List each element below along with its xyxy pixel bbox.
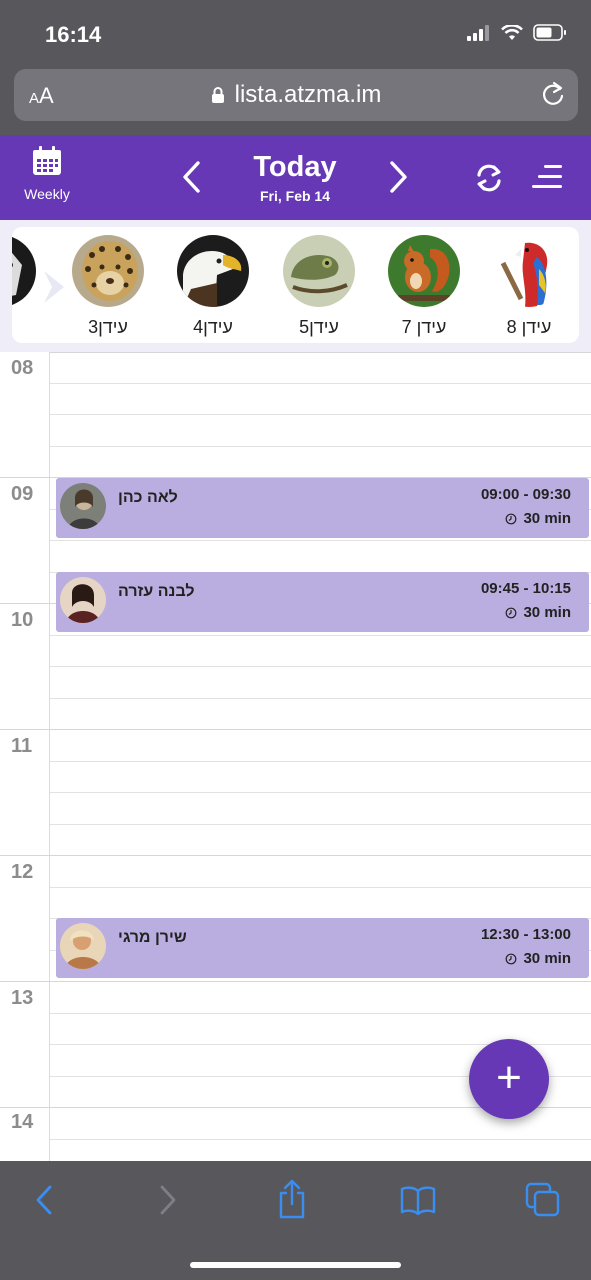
appointment-duration: 30 min <box>505 604 571 621</box>
grid-line <box>50 1139 591 1140</box>
lock-icon <box>211 87 224 103</box>
refresh-icon[interactable] <box>472 161 506 195</box>
person-name: עידן3 <box>88 317 128 337</box>
url-text: lista.atzma.im <box>234 81 382 108</box>
person-item[interactable]: עידן 8 <box>484 235 574 338</box>
share-icon[interactable] <box>277 1179 307 1219</box>
ios-status-and-url-bar: 16:14 AA lista.atzma.im <box>0 0 591 135</box>
person-item[interactable]: עידן4 <box>168 235 258 338</box>
grid-line <box>50 383 591 384</box>
person-name: עידן5 <box>299 317 339 337</box>
chameleon-avatar <box>283 235 355 307</box>
status-icons <box>467 24 567 41</box>
person-name: ע <box>12 317 45 338</box>
address-bar[interactable]: AA lista.atzma.im <box>14 69 578 121</box>
current-date: Fri, Feb 14 <box>259 188 331 204</box>
grid-line <box>50 761 591 762</box>
clock-icon <box>506 513 517 524</box>
grid-line <box>50 698 591 699</box>
hour-label: 09 <box>11 483 34 505</box>
status-time: 16:14 <box>45 22 102 47</box>
appointment-time: 09:00 - 09:30 <box>480 486 571 503</box>
page-title: Today <box>253 151 337 183</box>
reload-icon[interactable] <box>540 80 566 108</box>
grid-line <box>50 1013 591 1014</box>
duration-text: 30 min <box>523 510 571 527</box>
grid-line <box>50 352 591 353</box>
hour-label: 11 <box>11 735 33 757</box>
wifi-icon <box>501 24 523 40</box>
people-strip[interactable]: ע עידן3 <box>12 227 579 343</box>
client-name: שירן מרגי <box>118 929 187 946</box>
previous-day-icon[interactable] <box>180 160 202 194</box>
squirrel-avatar <box>388 235 460 307</box>
person-item[interactable]: ע <box>12 235 45 338</box>
client-avatar <box>60 483 106 529</box>
person-item[interactable]: עידן 7 <box>379 235 469 338</box>
grid-line <box>50 540 591 541</box>
weekly-view-button[interactable]: Weekly <box>22 145 72 202</box>
add-appointment-button[interactable]: + <box>469 1039 549 1119</box>
date-block[interactable]: Today Fri, Feb 14 <box>215 151 375 204</box>
plus-icon: + <box>496 1053 522 1102</box>
clock-icon <box>506 953 517 964</box>
grid-line <box>50 635 591 636</box>
grid-line <box>0 855 591 856</box>
eagle-avatar <box>177 235 249 307</box>
parrot-avatar <box>493 235 565 307</box>
appointment-time: 12:30 - 13:00 <box>480 926 571 943</box>
appointment-block[interactable]: לאה כהן 09:00 - 09:30 30 min <box>56 478 589 538</box>
clock-icon <box>506 607 517 618</box>
back-icon[interactable] <box>34 1183 54 1217</box>
tabs-icon[interactable] <box>525 1182 561 1218</box>
appointment-time: 09:45 - 10:15 <box>480 580 571 597</box>
grid-line <box>50 414 591 415</box>
calendar-icon <box>33 146 61 175</box>
person-item[interactable]: עידן5 <box>274 235 364 338</box>
hour-label: 10 <box>11 609 34 631</box>
client-avatar <box>60 577 106 623</box>
client-avatar <box>60 923 106 969</box>
home-indicator <box>190 1262 401 1268</box>
grid-line <box>0 729 591 730</box>
wolf-avatar <box>12 235 36 307</box>
person-name: עידן 7 <box>401 317 447 337</box>
url-display[interactable]: lista.atzma.im <box>14 81 578 109</box>
client-name: לבנה עזרה <box>118 583 195 600</box>
app-header: Weekly Today Fri, Feb 14 <box>0 135 591 220</box>
appointment-duration: 30 min <box>505 950 571 967</box>
grid-line <box>0 981 591 982</box>
person-item[interactable]: עידן3 <box>63 235 153 338</box>
person-name: עידן4 <box>193 317 233 337</box>
bookmarks-icon[interactable] <box>400 1185 436 1215</box>
hour-label: 14 <box>11 1111 34 1133</box>
grid-line <box>50 824 591 825</box>
appointment-duration: 30 min <box>505 510 571 527</box>
signal-icon <box>467 24 489 41</box>
duration-text: 30 min <box>523 950 571 967</box>
leopard-avatar <box>72 235 144 307</box>
appointment-block[interactable]: לבנה עזרה 09:45 - 10:15 30 min <box>56 572 589 632</box>
weekly-label: Weekly <box>24 186 70 202</box>
grid-line <box>50 887 591 888</box>
forward-icon[interactable] <box>158 1183 178 1217</box>
client-name: לאה כהן <box>118 489 178 506</box>
battery-icon <box>533 24 566 41</box>
next-day-icon[interactable] <box>388 160 410 194</box>
appointment-block[interactable]: שירן מרגי 12:30 - 13:00 30 min <box>56 918 589 978</box>
grid-line <box>50 792 591 793</box>
menu-icon[interactable] <box>532 163 564 191</box>
grid-line <box>50 666 591 667</box>
hour-label: 08 <box>11 357 34 379</box>
hour-label: 13 <box>11 987 34 1009</box>
grid-line <box>50 446 591 447</box>
duration-text: 30 min <box>523 604 571 621</box>
hour-label: 12 <box>11 861 34 883</box>
person-name: עידן 8 <box>506 317 552 337</box>
